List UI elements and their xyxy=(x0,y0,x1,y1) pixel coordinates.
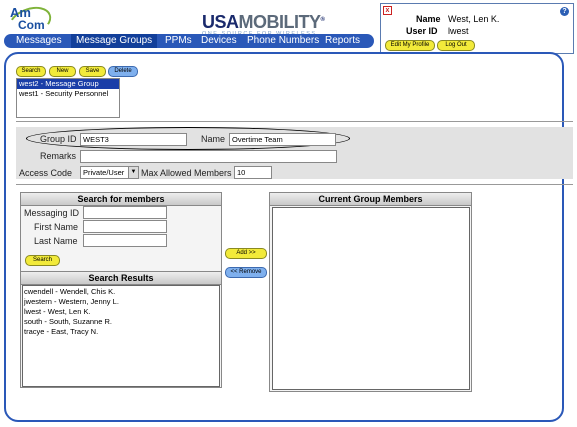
max-members-input[interactable]: 10 xyxy=(234,166,272,179)
nav-reports[interactable]: Reports xyxy=(325,34,360,48)
name-label: Name xyxy=(201,134,226,144)
user-id-value: lwest xyxy=(448,26,469,36)
search-results-title: Search Results xyxy=(21,271,221,285)
group-id-input[interactable]: WEST3 xyxy=(80,133,187,146)
current-members-title: Current Group Members xyxy=(270,193,471,206)
help-icon[interactable]: ? xyxy=(560,7,569,16)
user-name-label: Name xyxy=(416,14,441,24)
remarks-input[interactable] xyxy=(80,150,337,163)
access-code-value: Private/User xyxy=(83,168,125,177)
group-id-label: Group ID xyxy=(40,134,77,144)
close-icon-glyph: x xyxy=(385,7,390,14)
divider xyxy=(16,121,573,122)
nav-messages[interactable]: Messages xyxy=(16,34,62,48)
chevron-down-icon[interactable]: ▼ xyxy=(128,167,138,178)
member-search-button[interactable]: Search xyxy=(25,255,60,266)
divider xyxy=(16,184,573,185)
access-code-select[interactable]: Private/User ▼ xyxy=(80,166,139,179)
list-item[interactable]: south - South, Suzanne R. xyxy=(24,317,112,326)
list-item[interactable]: cwendell - Wendell, Chis K. xyxy=(24,287,115,296)
user-name-value: West, Len K. xyxy=(448,14,500,24)
list-item[interactable]: tracye - East, Tracy N. xyxy=(24,327,98,336)
list-item[interactable]: jwestern - Western, Jenny L. xyxy=(24,297,119,306)
new-button[interactable]: New xyxy=(49,66,76,77)
group-list-item[interactable]: west2 - Message Group xyxy=(17,79,119,89)
amcom-logo-com: Com xyxy=(18,18,45,32)
help-icon-glyph: ? xyxy=(562,8,567,15)
messaging-id-input[interactable] xyxy=(83,206,167,219)
remove-member-button[interactable]: << Remove xyxy=(225,267,267,278)
logout-button[interactable]: Log Out xyxy=(437,40,475,51)
nav-ppms[interactable]: PPMs xyxy=(165,34,192,48)
close-icon[interactable]: x xyxy=(383,6,392,15)
remarks-label: Remarks xyxy=(40,151,77,161)
max-members-label: Max Allowed Members xyxy=(141,168,232,178)
delete-button[interactable]: Delete xyxy=(108,66,138,77)
save-button[interactable]: Save xyxy=(79,66,106,77)
first-name-input[interactable] xyxy=(83,220,167,233)
amcom-logo: Am Com xyxy=(4,1,56,43)
current-members-list[interactable] xyxy=(272,207,470,390)
search-results-list[interactable]: cwendell - Wendell, Chis K. jwestern - W… xyxy=(22,285,220,387)
user-info-panel: x ? Name West, Len K. User ID lwest Edit… xyxy=(380,3,574,54)
main-nav: Messages Message Groups PPMs Devices Pho… xyxy=(4,34,374,48)
message-group-list[interactable]: west2 - Message Group west1 - Security P… xyxy=(16,78,120,118)
first-name-label: First Name xyxy=(34,222,79,232)
list-item[interactable]: lwest - West, Len K. xyxy=(24,307,91,316)
add-member-button[interactable]: Add >> xyxy=(225,248,267,259)
name-input[interactable]: Overtime Team xyxy=(229,133,336,146)
last-name-input[interactable] xyxy=(83,234,167,247)
messaging-id-label: Messaging ID xyxy=(24,208,80,218)
last-name-label: Last Name xyxy=(34,236,78,246)
search-members-title: Search for members xyxy=(21,193,221,206)
logo-mobility: MOBILITY xyxy=(238,12,322,32)
logo-trademark: ® xyxy=(320,17,325,23)
access-code-label: Access Code xyxy=(19,168,73,178)
nav-message-groups[interactable]: Message Groups xyxy=(71,34,158,48)
user-id-label: User ID xyxy=(406,26,438,36)
nav-devices[interactable]: Devices xyxy=(201,34,237,48)
nav-phone-numbers[interactable]: Phone Numbers xyxy=(247,34,319,48)
search-button[interactable]: Search xyxy=(16,66,46,77)
edit-profile-button[interactable]: Edit My Profile xyxy=(385,40,435,51)
group-list-item[interactable]: west1 - Security Personnel xyxy=(17,89,119,99)
logo-usa: USA xyxy=(202,12,239,32)
